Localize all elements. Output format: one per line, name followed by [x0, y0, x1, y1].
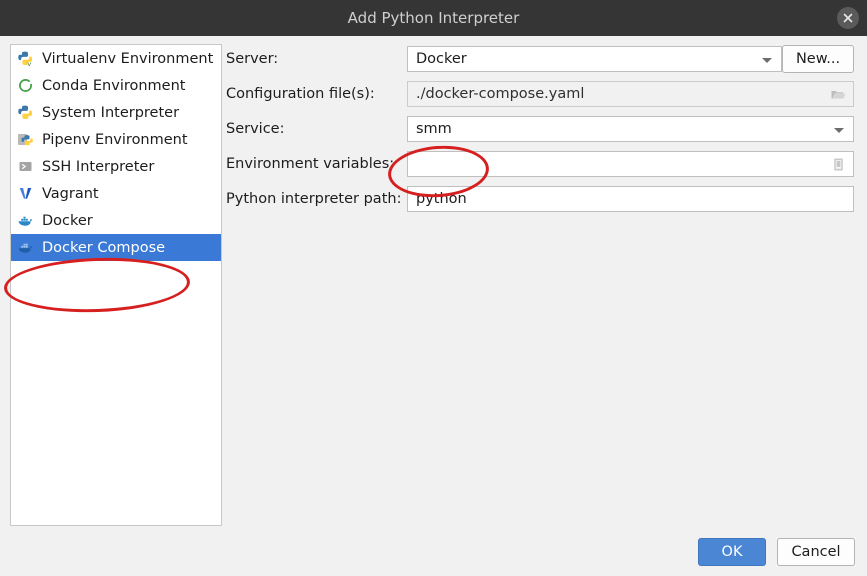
sidebar-item-vagrant[interactable]: Vagrant [11, 180, 221, 207]
chevron-down-icon [762, 58, 772, 63]
sidebar-item-label: Pipenv Environment [42, 131, 188, 148]
server-label: Server: [226, 51, 279, 67]
service-select-value: smm [416, 121, 452, 137]
service-select[interactable]: smm [407, 116, 854, 142]
pipenv-icon [17, 131, 34, 148]
sidebar-item-label: Virtualenv Environment [42, 50, 214, 67]
config-files-label: Configuration file(s): [226, 86, 375, 102]
sidebar-item-label: System Interpreter [42, 104, 180, 121]
sidebar-item-ssh-interpreter[interactable]: SSH Interpreter [11, 153, 221, 180]
form-row-config-files: Configuration file(s): ./docker-compose.… [226, 81, 861, 107]
form-row-env-vars: Environment variables: [226, 151, 861, 177]
docker-whale-icon [17, 212, 34, 229]
sidebar-item-docker[interactable]: Docker [11, 207, 221, 234]
cancel-button[interactable]: Cancel [777, 538, 855, 566]
ok-button[interactable]: OK [698, 538, 766, 566]
interpreter-path-value: python [416, 191, 467, 207]
env-vars-input[interactable] [407, 151, 854, 177]
interpreter-form: Server: Docker New... Configuration file… [226, 36, 861, 236]
form-row-service: Service: smm [226, 116, 861, 142]
config-files-input[interactable]: ./docker-compose.yaml [407, 81, 854, 107]
window-titlebar: Add Python Interpreter [0, 0, 867, 37]
form-row-server: Server: Docker New... [226, 45, 861, 73]
ssh-terminal-icon [17, 158, 34, 175]
sidebar-item-label: Docker Compose [42, 239, 166, 256]
interpreter-path-label: Python interpreter path: [226, 191, 402, 207]
service-label: Service: [226, 121, 285, 137]
sidebar-item-label: Vagrant [42, 185, 99, 202]
svg-text:v: v [27, 60, 31, 67]
sidebar-item-label: SSH Interpreter [42, 158, 155, 175]
server-select[interactable]: Docker [407, 46, 782, 72]
sidebar-item-pipenv-environment[interactable]: Pipenv Environment [11, 126, 221, 153]
form-row-interpreter-path: Python interpreter path: python [226, 186, 861, 212]
conda-ring-icon [17, 77, 34, 94]
config-files-value: ./docker-compose.yaml [416, 86, 585, 102]
window-title: Add Python Interpreter [347, 9, 520, 27]
interpreter-path-input[interactable]: python [407, 186, 854, 212]
python-icon [17, 104, 34, 121]
sidebar-item-virtualenv-environment[interactable]: v Virtualenv Environment [11, 45, 221, 72]
close-icon[interactable] [837, 7, 859, 29]
new-server-button[interactable]: New... [782, 45, 854, 73]
virtualenv-python-icon: v [17, 50, 34, 67]
sidebar-item-docker-compose[interactable]: Docker Compose [11, 234, 221, 261]
close-glyph [843, 13, 853, 23]
sidebar-item-system-interpreter[interactable]: System Interpreter [11, 99, 221, 126]
docker-compose-icon [17, 239, 34, 256]
server-select-value: Docker [416, 51, 467, 67]
sidebar-item-label: Conda Environment [42, 77, 186, 94]
sidebar-item-label: Docker [42, 212, 93, 229]
env-vars-label: Environment variables: [226, 156, 395, 172]
sidebar-item-conda-environment[interactable]: Conda Environment [11, 72, 221, 99]
dialog-body: v Virtualenv Environment Conda Environme… [0, 36, 867, 576]
vagrant-v-icon [17, 185, 34, 202]
folder-icon[interactable] [830, 86, 847, 103]
list-edit-icon[interactable] [830, 156, 847, 173]
interpreter-type-list[interactable]: v Virtualenv Environment Conda Environme… [10, 44, 222, 526]
chevron-down-icon [834, 128, 844, 133]
